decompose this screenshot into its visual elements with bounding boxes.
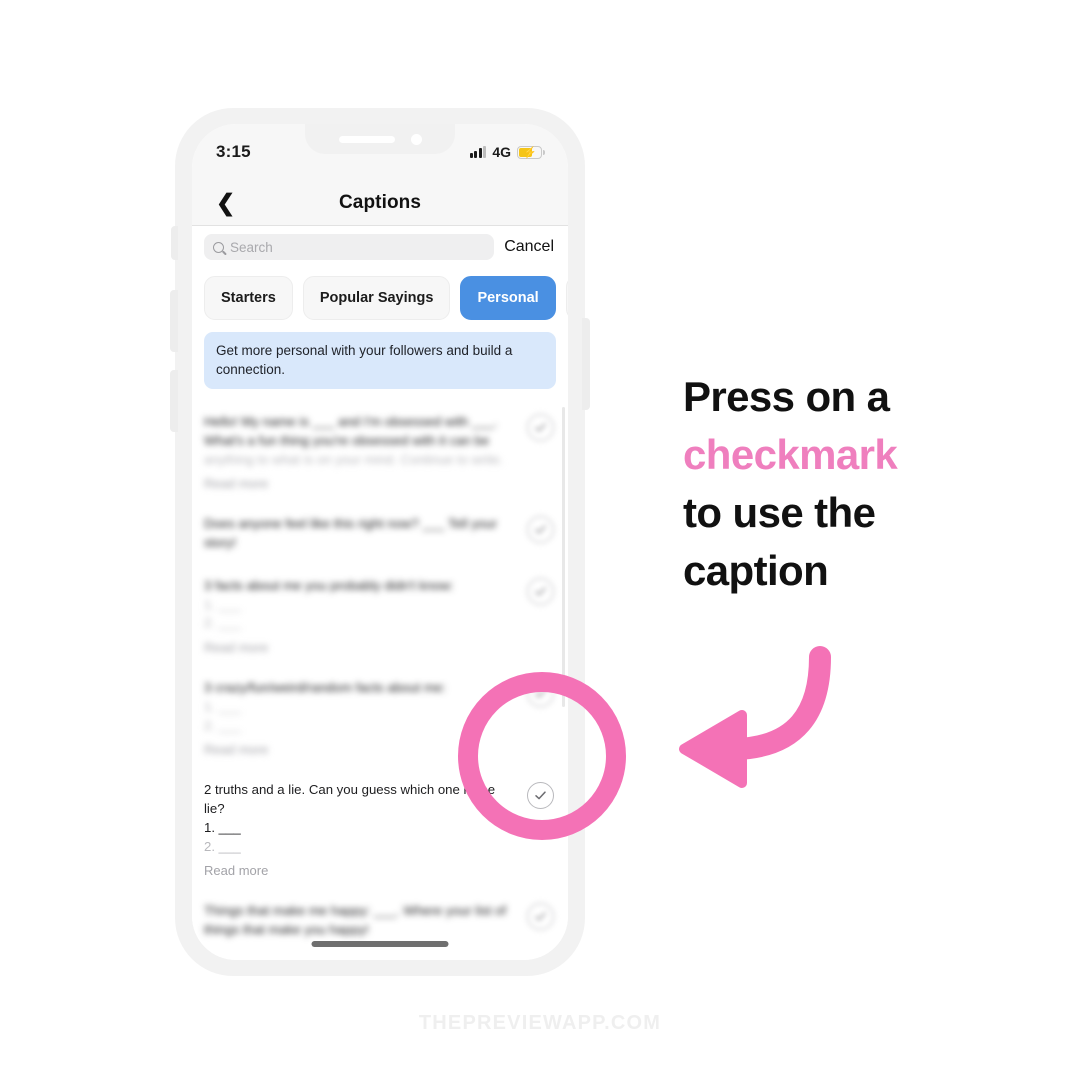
caption-line: 2. ___ xyxy=(204,838,241,854)
caption-text: Things that make me happy: ___. Where yo… xyxy=(204,902,527,939)
check-circle-icon[interactable] xyxy=(527,782,554,810)
callout-line-4: caption xyxy=(683,546,829,594)
caption-line: 2. ___ xyxy=(204,717,241,733)
caption-line: 1. ___ xyxy=(204,819,241,835)
check-circle-icon[interactable] xyxy=(527,516,554,544)
read-more-link[interactable]: Read more xyxy=(204,476,517,491)
callout-line-1: Press on a xyxy=(683,373,890,420)
cancel-button[interactable]: Cancel xyxy=(504,238,556,256)
battery-charging-icon: ⚡ xyxy=(517,145,545,159)
phone-frame: 3:15 4G ⚡ ❮ Captions Search Cancel Start… xyxy=(170,108,590,976)
phone-power-button[interactable] xyxy=(582,318,590,410)
caption-text: 3 crazy/fun/weird/random facts about me:… xyxy=(204,679,527,757)
phone-silent-switch[interactable] xyxy=(171,226,178,260)
caption-line: Does anyone feel like this right now? __… xyxy=(204,516,497,532)
callout-line-3: to use the xyxy=(683,488,876,536)
status-bar: 3:15 4G ⚡ xyxy=(192,124,568,180)
caption-list-item[interactable]: Hello! My name is ___ and I'm obsessed w… xyxy=(192,401,568,503)
curved-arrow-left-icon xyxy=(679,646,831,788)
caption-line: 2. ___ xyxy=(204,615,241,631)
caption-line: 1. ___ xyxy=(204,698,241,714)
caption-line: anything to what is on your mind. Contin… xyxy=(204,451,504,467)
check-circle-icon[interactable] xyxy=(527,414,554,442)
search-placeholder: Search xyxy=(230,239,273,255)
signal-bars-icon xyxy=(469,146,487,158)
caption-text: 2 truths and a lie. Can you guess which … xyxy=(204,781,527,878)
search-row: Search Cancel xyxy=(192,226,568,266)
caption-text: Does anyone feel like this right now? __… xyxy=(204,515,527,552)
chip-popular-sayings[interactable]: Popular Sayings xyxy=(302,276,451,320)
phone-screen: 3:15 4G ⚡ ❮ Captions Search Cancel Start… xyxy=(192,124,568,960)
watermark: THEPREVIEWAPP.COM xyxy=(418,1012,662,1034)
chip-starters[interactable]: Starters xyxy=(204,276,293,320)
info-banner: Get more personal with your followers an… xyxy=(204,332,556,390)
page-title: Captions xyxy=(338,191,422,213)
caption-line: 3 crazy/fun/weird/random facts about me: xyxy=(204,680,446,696)
callout-line-2-accent: checkmark xyxy=(683,430,898,478)
caption-line: Hello! My name is ___ and I'm obsessed w… xyxy=(204,414,498,430)
read-more-link[interactable]: Read more xyxy=(204,742,517,757)
poster-canvas: 3:15 4G ⚡ ❮ Captions Search Cancel Start… xyxy=(0,0,1080,1080)
caption-list-item[interactable]: 3 facts about me you probably didn't kno… xyxy=(192,565,568,667)
caption-text: Hello! My name is ___ and I'm obsessed w… xyxy=(204,413,527,491)
caption-text: 3 facts about me you probably didn't kno… xyxy=(204,577,527,655)
caption-list: Hello! My name is ___ and I'm obsessed w… xyxy=(192,401,568,960)
caption-line: 3 facts about me you probably didn't kno… xyxy=(204,577,454,593)
check-circle-icon[interactable] xyxy=(527,680,554,708)
caption-line: 2 truths and a lie. Can you guess which … xyxy=(204,782,496,817)
caption-line: Things that make me happy: ___. Where yo… xyxy=(204,903,506,919)
callout-text: Press on a checkmark to use the caption xyxy=(683,368,1013,600)
caption-list-item-focused[interactable]: 2 truths and a lie. Can you guess which … xyxy=(192,769,568,890)
read-more-link[interactable]: Read more xyxy=(204,640,517,655)
caption-line: story! xyxy=(204,535,237,551)
chip-quarantine[interactable]: Quarantin xyxy=(565,276,568,320)
home-indicator[interactable] xyxy=(311,941,449,947)
phone-volume-down-button[interactable] xyxy=(170,370,178,432)
caption-list-item[interactable]: Random fact about me: ___ xyxy=(192,952,568,960)
network-label: 4G xyxy=(492,144,511,160)
back-button[interactable]: ❮ xyxy=(210,189,241,216)
caption-line: things that make you happy! xyxy=(204,922,369,937)
category-chips-row[interactable]: Starters Popular Sayings Personal Quaran… xyxy=(192,276,568,320)
search-icon xyxy=(213,241,224,253)
status-indicators: 4G ⚡ xyxy=(469,144,545,160)
search-input[interactable]: Search xyxy=(204,234,495,260)
category-chips: Starters Popular Sayings Personal Quaran… xyxy=(192,266,568,332)
read-more-link[interactable]: Read more xyxy=(204,863,517,878)
nav-bar: ❮ Captions xyxy=(192,180,568,226)
phone-notch xyxy=(305,124,455,154)
phone-volume-up-button[interactable] xyxy=(170,290,178,352)
speaker-slot xyxy=(338,135,395,143)
chip-personal[interactable]: Personal xyxy=(460,276,556,320)
front-camera-icon xyxy=(410,133,422,145)
caption-list-item[interactable]: Does anyone feel like this right now? __… xyxy=(192,503,568,564)
check-circle-icon[interactable] xyxy=(527,577,554,605)
caption-line: 1. ___ xyxy=(204,596,241,612)
check-circle-icon[interactable] xyxy=(527,903,554,931)
caption-line: What's a fun thing you're obsessed with … xyxy=(204,432,490,448)
caption-list-item[interactable]: 3 crazy/fun/weird/random facts about me:… xyxy=(192,667,568,769)
status-time: 3:15 xyxy=(216,142,251,161)
